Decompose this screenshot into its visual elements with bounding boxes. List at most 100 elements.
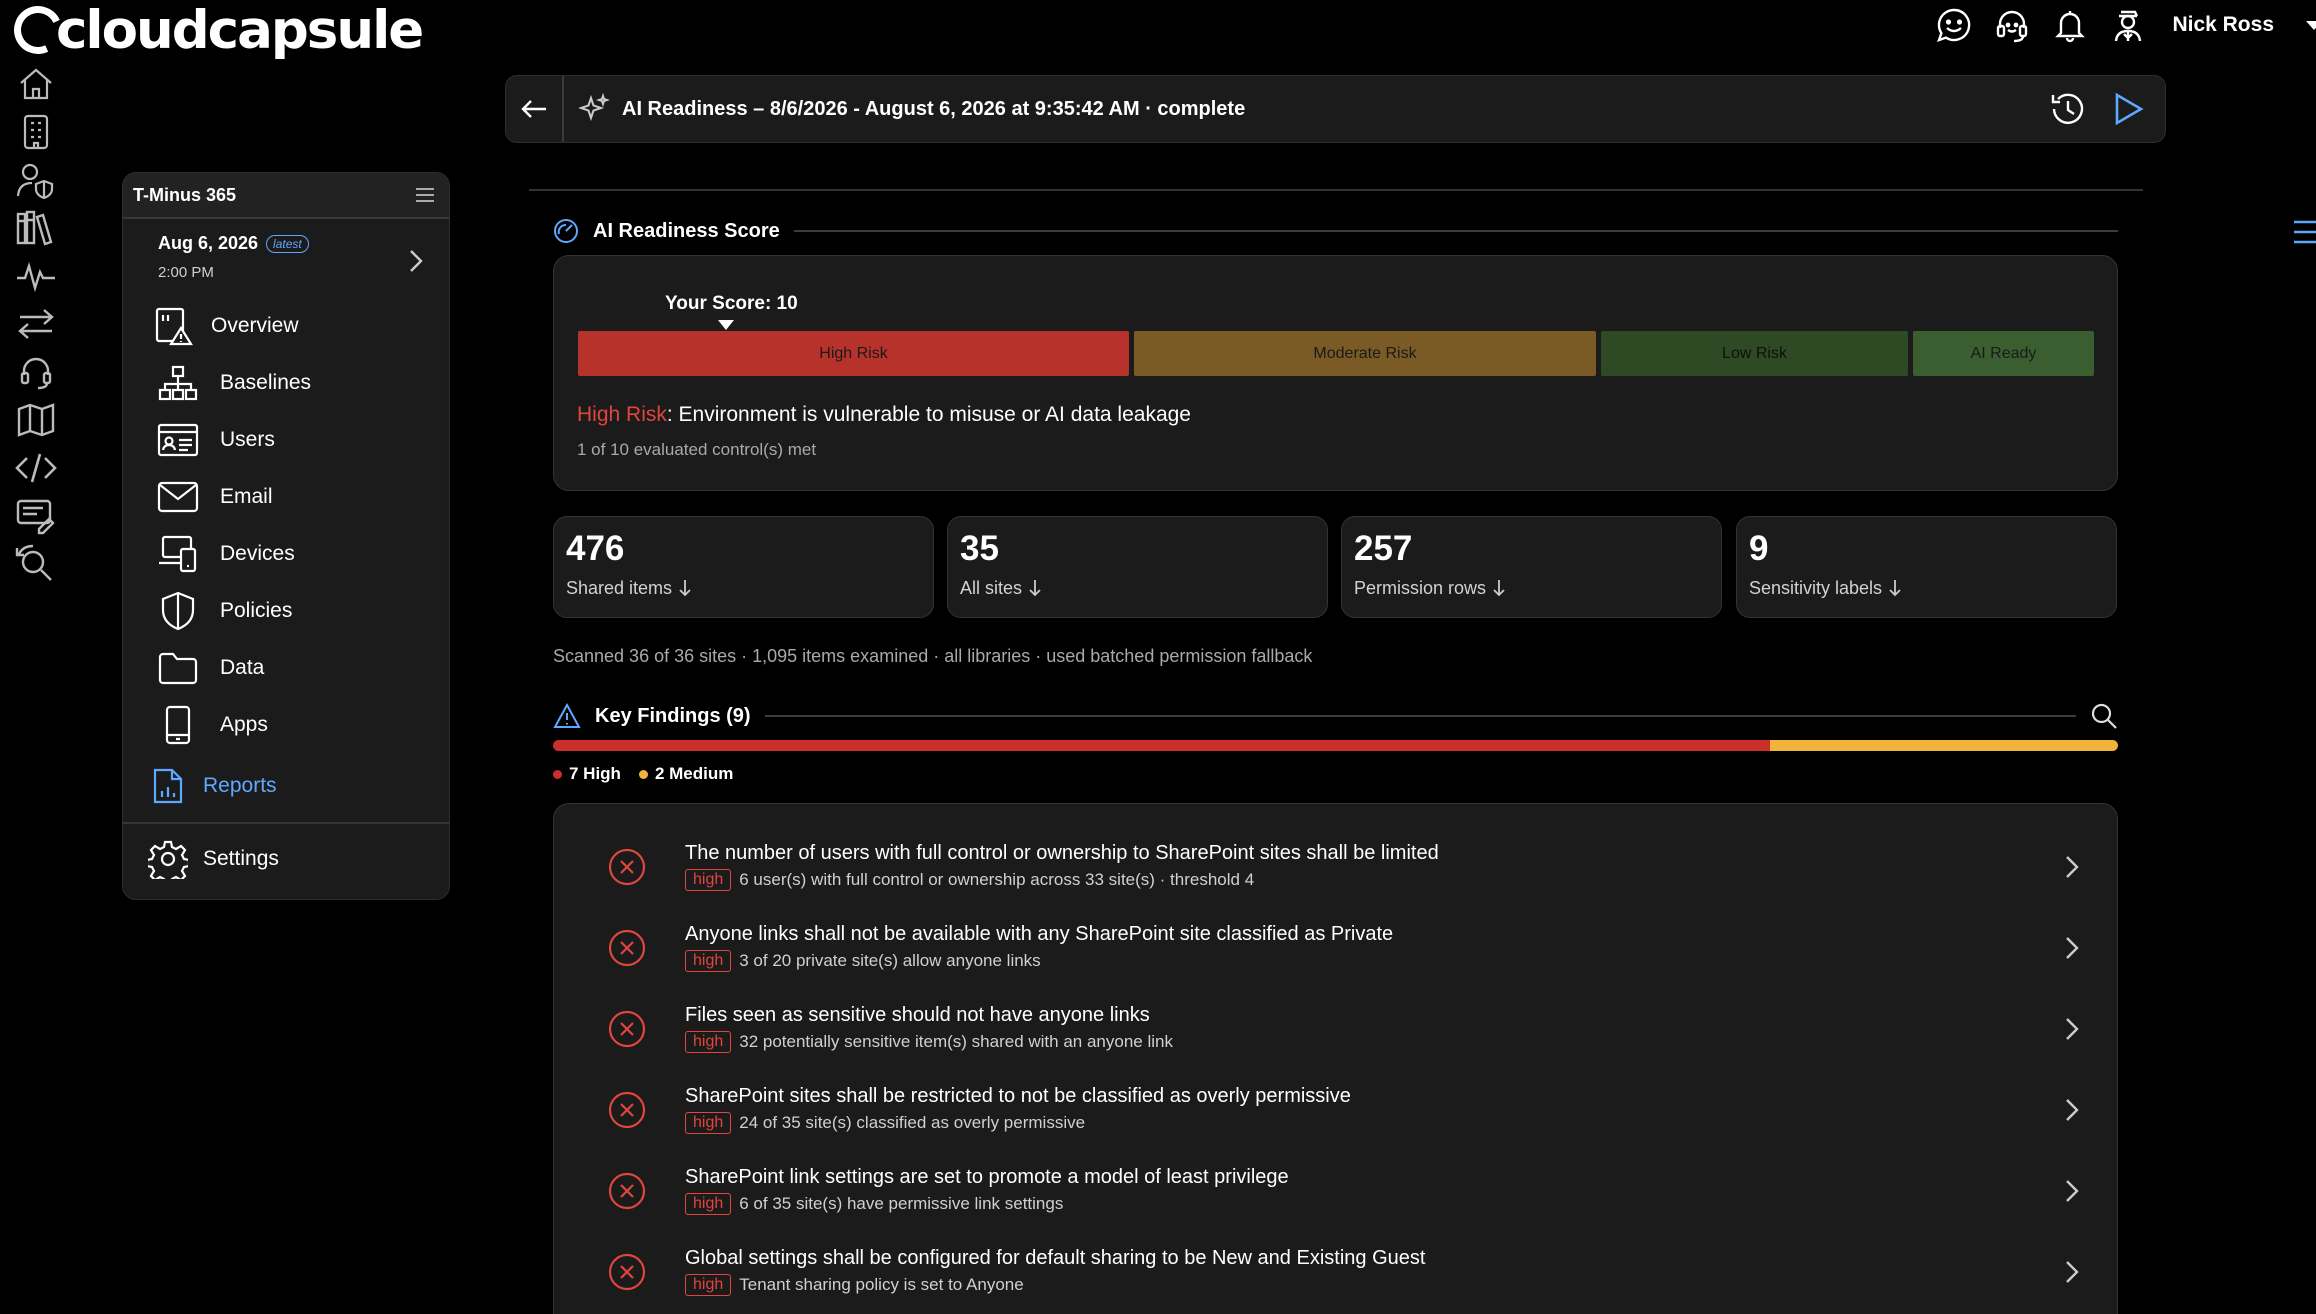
chevron-right-icon[interactable] — [409, 249, 423, 273]
risk-summary: High Risk: Environment is vulnerable to … — [577, 403, 1191, 427]
menu-item-devices[interactable]: Devices — [123, 525, 449, 582]
menu-item-label: Overview — [211, 313, 299, 337]
severity-bar-medium — [1770, 740, 2118, 751]
headset-icon[interactable] — [1990, 3, 2034, 47]
devices-icon — [148, 535, 208, 573]
menu-item-reports[interactable]: Reports — [123, 753, 449, 819]
legend-medium[interactable]: 2 Medium — [638, 764, 733, 784]
transfer-icon[interactable] — [14, 304, 58, 344]
user-name[interactable]: Nick Ross — [2172, 13, 2274, 37]
headset-support-icon[interactable] — [14, 352, 58, 392]
chevron-right-icon — [2065, 1260, 2079, 1284]
finding-detail: Tenant sharing policy is set to Anyone — [739, 1275, 1024, 1294]
severity-tag: high — [685, 1274, 732, 1296]
segment-label: High Risk — [819, 344, 888, 362]
map-icon[interactable] — [14, 400, 58, 440]
dot-icon — [553, 769, 562, 779]
chevron-right-icon — [2065, 1179, 2079, 1203]
severity-tag: high — [685, 1031, 732, 1053]
menu-item-label: Baselines — [220, 370, 312, 394]
finding-row[interactable]: The number of users with full control or… — [554, 829, 2117, 910]
finding-row[interactable]: Global settings shall be configured for … — [554, 1234, 2117, 1314]
report-icon — [145, 767, 191, 805]
chevron-right-icon — [2065, 1017, 2079, 1041]
user-shield-icon[interactable] — [14, 160, 58, 200]
stat-card-permission-rows[interactable]: 257 Permission rows — [1341, 516, 1722, 618]
report-header: AI Readiness – 8/6/2026 - August 6, 2026… — [505, 75, 2166, 143]
risk-segment-low: Low Risk — [1601, 331, 1908, 376]
building-icon[interactable] — [14, 112, 58, 152]
snapshot-date: Aug 6, 2026 — [158, 233, 259, 253]
home-icon[interactable] — [14, 64, 58, 104]
gauge-icon — [553, 218, 579, 244]
finding-row[interactable]: SharePoint link settings are set to prom… — [554, 1153, 2117, 1234]
menu-item-email[interactable]: Email — [123, 468, 449, 525]
toc-menu-icon[interactable] — [2292, 218, 2316, 246]
run-play-icon[interactable] — [2111, 92, 2145, 126]
shield-icon — [148, 591, 208, 631]
snapshot-time: 2:00 PM — [158, 264, 214, 281]
folder-icon — [148, 651, 208, 685]
legend-label: 7 High — [569, 764, 621, 783]
finding-row[interactable]: SharePoint sites shall be restricted to … — [554, 1072, 2117, 1153]
library-icon[interactable] — [14, 208, 58, 248]
dot-icon — [638, 769, 648, 779]
pulse-icon[interactable] — [14, 256, 58, 296]
stat-value: 9 — [1749, 529, 1769, 568]
divider-line — [529, 189, 2143, 191]
finding-detail: 6 user(s) with full control or ownership… — [739, 870, 1255, 889]
arrow-down-icon — [678, 579, 692, 597]
menu-item-label: Data — [220, 655, 265, 679]
arrow-down-icon — [1888, 579, 1902, 597]
code-icon[interactable] — [14, 448, 58, 488]
menu-item-policies[interactable]: Policies — [123, 582, 449, 639]
fail-x-icon — [607, 1171, 647, 1211]
your-score: Your Score: 10 — [665, 293, 798, 314]
menu-item-baselines[interactable]: Baselines — [123, 354, 449, 411]
stat-card-shared-items[interactable]: 476 Shared items — [553, 516, 934, 618]
back-button[interactable] — [506, 76, 564, 142]
fail-x-icon — [607, 1090, 647, 1130]
stat-value: 257 — [1354, 529, 1413, 568]
finding-row[interactable]: Anyone links shall not be available with… — [554, 910, 2117, 991]
severity-bar — [553, 740, 2118, 751]
menu-item-data[interactable]: Data — [123, 639, 449, 696]
menu-item-users[interactable]: Users — [123, 411, 449, 468]
menu-item-label: Reports — [203, 774, 277, 797]
history-icon[interactable] — [2049, 90, 2087, 128]
scan-summary: Scanned 36 of 36 sites · 1,095 items exa… — [553, 646, 1313, 666]
fail-x-icon — [607, 847, 647, 887]
stat-card-all-sites[interactable]: 35 All sites — [947, 516, 1328, 618]
risk-segment-moderate: Moderate Risk — [1134, 331, 1596, 376]
severity-legend: 7 High 2 Medium — [553, 764, 733, 784]
search-icon[interactable] — [2090, 702, 2118, 730]
stat-label: Shared items — [566, 577, 673, 598]
fail-x-icon — [607, 1009, 647, 1049]
stat-value: 35 — [960, 529, 999, 568]
stat-card-sensitivity-labels[interactable]: 9 Sensitivity labels — [1736, 516, 2117, 618]
finding-detail: 6 of 35 site(s) have permissive link set… — [739, 1194, 1064, 1213]
hamburger-icon[interactable] — [415, 187, 435, 203]
stat-value: 476 — [566, 529, 625, 568]
finding-title: Anyone links shall not be available with… — [685, 923, 1394, 945]
menu-item-apps[interactable]: Apps — [123, 696, 449, 753]
finding-title: SharePoint sites shall be restricted to … — [685, 1085, 1351, 1107]
user-dropdown-caret-icon[interactable] — [2306, 20, 2316, 30]
user-icon[interactable] — [2106, 3, 2150, 47]
legend-high[interactable]: 7 High — [553, 764, 621, 784]
edit-list-icon[interactable] — [14, 496, 58, 536]
search-refresh-icon[interactable] — [14, 544, 58, 584]
finding-row[interactable]: Files seen as sensitive should not have … — [554, 991, 2117, 1072]
menu-item-overview[interactable]: Overview — [123, 297, 449, 354]
brand-logo[interactable]: cloudcapsule — [7, 0, 424, 61]
bell-icon[interactable] — [2048, 3, 2092, 47]
finding-detail: 3 of 20 private site(s) allow anyone lin… — [739, 951, 1041, 970]
menu-item-label: Apps — [220, 712, 268, 736]
chat-smile-icon[interactable] — [1932, 3, 1976, 47]
severity-tag: high — [685, 950, 732, 972]
snapshot-selector[interactable]: Aug 6, 2026 latest 2:00 PM — [123, 219, 449, 297]
tenant-header: T-Minus 365 — [123, 173, 449, 219]
finding-detail: 32 potentially sensitive item(s) shared … — [739, 1032, 1173, 1051]
chevron-right-icon — [2065, 855, 2079, 879]
menu-item-settings[interactable]: Settings — [123, 824, 449, 894]
